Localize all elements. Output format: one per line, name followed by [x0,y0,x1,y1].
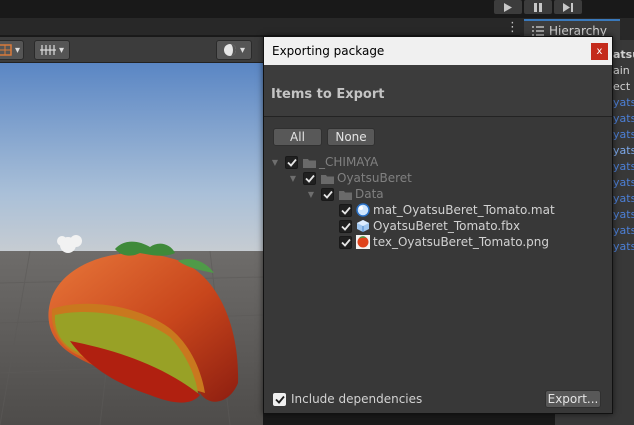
top-toolbar [0,0,634,18]
step-button[interactable] [554,0,582,14]
tree-row[interactable]: tex_OyatsuBeret_Tomato.png [324,234,549,250]
hierarchy-item[interactable]: yats [613,96,634,109]
item-checkbox[interactable] [303,171,316,185]
tree-row[interactable]: ▼ _CHIMAYA [270,154,378,170]
chevron-down-icon: ▾ [14,44,21,56]
check-icon [322,190,333,199]
select-all-button[interactable]: All [273,128,322,146]
expand-arrow-icon[interactable]: ▼ [306,186,316,202]
dialog-title-bar[interactable]: Exporting package x [264,37,612,65]
tree-item-label: tex_OyatsuBeret_Tomato.png [373,235,549,249]
hierarchy-item[interactable]: ain [613,64,630,77]
tree-item-label: mat_OyatsuBeret_Tomato.mat [373,203,555,217]
tree-item-label: OyatsuBeret_Tomato.fbx [373,219,521,233]
play-button[interactable] [494,0,522,14]
chevron-down-icon: ▾ [58,44,65,56]
chevron-down-icon: ▾ [239,44,246,56]
hierarchy-item[interactable]: yats [613,176,634,189]
hierarchy-item[interactable]: yats [613,160,634,173]
select-all-label: All [290,130,305,144]
export-button-label: Export... [547,392,599,406]
step-icon [563,2,573,12]
export-button[interactable]: Export... [545,390,601,408]
hierarchy-item[interactable]: yats [613,224,634,237]
items-to-export-heading: Items to Export [271,87,385,102]
include-dependencies-label: Include dependencies [291,392,423,406]
hierarchy-item[interactable]: yats [613,240,634,253]
snap-tool-button[interactable]: ▾ [34,40,70,60]
item-checkbox[interactable] [321,187,334,201]
tree-item-label: Data [355,187,384,201]
grid-tool-button[interactable]: ▾ [0,40,24,60]
check-icon [274,395,285,404]
select-none-button[interactable]: None [327,128,375,146]
hierarchy-item[interactable]: yats [613,144,634,157]
play-icon [504,2,512,12]
texture-icon [356,235,370,249]
check-icon [286,158,297,167]
include-dependencies-row[interactable]: Include dependencies [273,391,422,407]
dialog-header: Items to Export [264,65,612,117]
folder-icon [320,171,334,185]
folder-icon [302,155,316,169]
tree-row[interactable]: ▼ Data [306,186,384,202]
pause-button[interactable] [524,0,552,14]
tree-item-label: _CHIMAYA [319,155,379,169]
item-checkbox[interactable] [339,203,352,217]
hierarchy-item[interactable]: yats [613,192,634,205]
more-options-icon[interactable]: ⋮ [506,21,519,34]
include-dependencies-checkbox[interactable] [273,392,286,406]
snap-icon [39,45,56,55]
hierarchy-item[interactable]: yats [613,112,634,125]
pause-icon [534,2,542,12]
model-icon [356,219,370,233]
check-icon [340,222,351,231]
close-button[interactable]: x [591,43,608,60]
dialog-title: Exporting package [272,44,385,58]
grid-icon [0,44,12,56]
item-checkbox[interactable] [339,235,352,249]
hierarchy-item[interactable]: yats [613,128,634,141]
close-icon: x [596,46,603,57]
export-package-dialog: Exporting package x Items to Export All … [263,36,613,414]
material-icon [356,203,370,217]
expand-arrow-icon[interactable]: ▼ [288,170,298,186]
hierarchy-item[interactable]: yats [613,208,634,221]
scene-toolbar: ▾ ▾ ▾ [0,37,263,63]
hierarchy-item[interactable]: ect [613,80,630,93]
shading-mode-button[interactable]: ▾ [216,40,252,60]
check-icon [340,238,351,247]
expand-arrow-icon[interactable]: ▼ [270,154,280,170]
sphere-icon [223,44,236,56]
tree-item-label: OyatsuBeret [337,171,412,185]
scene-viewport [0,63,263,425]
export-tree: ▼ _CHIMAYA ▼ OyatsuBeret ▼ Data mat_OyatsuBere… [264,153,612,378]
tree-row[interactable]: ▼ OyatsuBeret [288,170,412,186]
item-checkbox[interactable] [285,155,298,169]
list-icon [532,25,544,36]
folder-icon [338,187,352,201]
tree-row[interactable]: OyatsuBeret_Tomato.fbx [324,218,520,234]
hierarchy-item[interactable]: atsuB [613,48,634,61]
check-icon [304,174,315,183]
select-none-label: None [335,130,367,144]
item-checkbox[interactable] [339,219,352,233]
scene-view[interactable] [0,63,263,425]
dialog-footer: Include dependencies Export... [264,378,612,413]
check-icon [340,206,351,215]
tree-row[interactable]: mat_OyatsuBeret_Tomato.mat [324,202,555,218]
